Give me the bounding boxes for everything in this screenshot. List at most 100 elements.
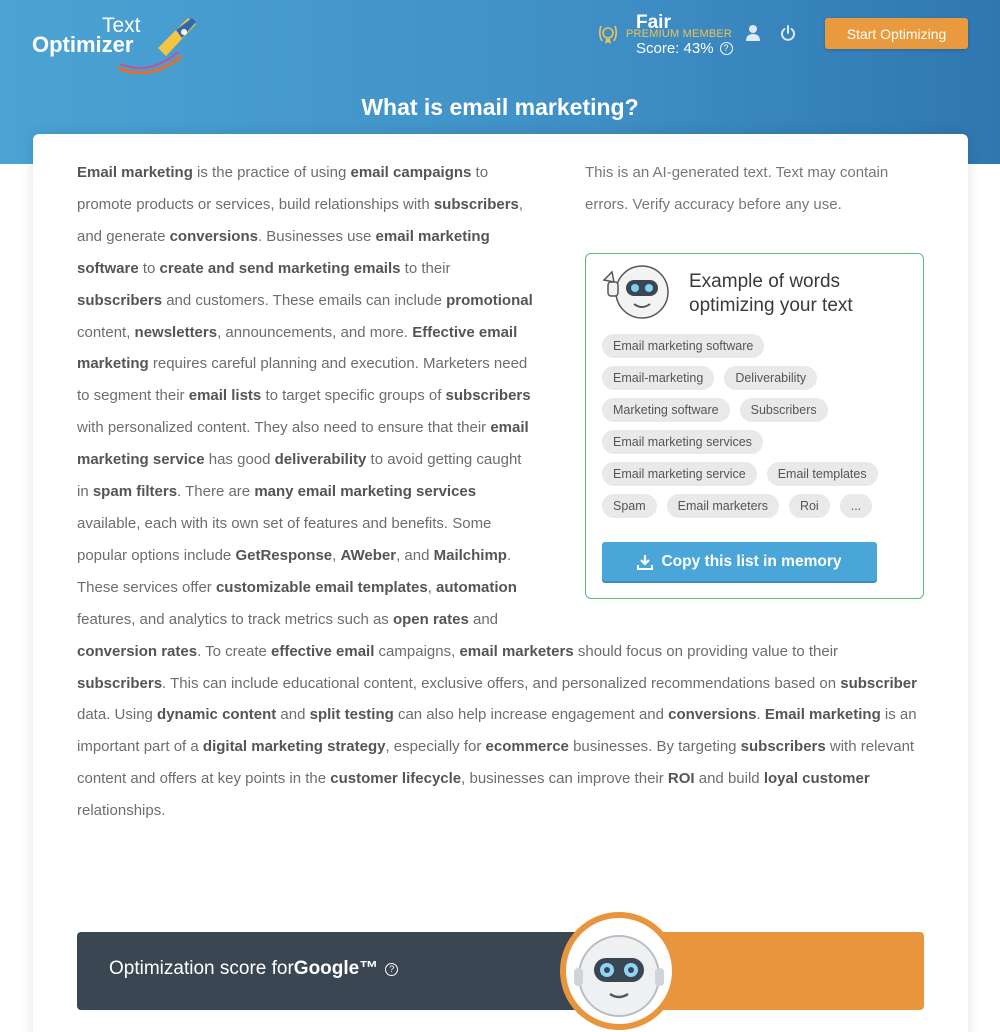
article-text-run: , — [332, 546, 341, 564]
article-text-run: , announcements, and more. — [217, 323, 413, 341]
keyword-highlight: GetResponse — [235, 546, 333, 564]
copy-list-label: Copy this list in memory — [661, 552, 842, 570]
keyword-highlight: Email marketing — [77, 164, 193, 181]
copy-list-button[interactable]: Copy this list in memory — [602, 542, 877, 581]
keyword-highlight: split testing — [309, 706, 394, 724]
keyword-highlight: create and send marketing emails — [159, 259, 401, 277]
article-text-run: can also help increase engagement and — [393, 706, 669, 724]
keyword-highlight: subscribers — [740, 738, 826, 756]
article-text-run: businesses. By targeting — [568, 738, 741, 756]
article-text-run: to — [138, 259, 160, 277]
chip-row: Email marketing software — [602, 334, 917, 358]
keyword-highlight: digital marketing strategy — [202, 738, 386, 756]
article-text-run: to target specific groups of — [261, 387, 446, 405]
keyword-highlight: newsletters — [134, 323, 218, 341]
keyword-chip[interactable]: Email marketing service — [602, 462, 757, 486]
keyword-highlight: dynamic content — [157, 706, 277, 724]
keyword-highlight: AWeber — [340, 546, 397, 564]
article-text-run: features, and analytics to track metrics… — [77, 610, 393, 628]
keyword-chip[interactable]: Deliverability — [724, 366, 818, 390]
optimization-score-bar: Optimization score for Google™ ? — [77, 932, 924, 1010]
keyword-chip[interactable]: Email templates — [766, 462, 878, 486]
keyword-highlight: conversions — [668, 706, 757, 724]
article-text-run: and build — [694, 770, 764, 788]
article-text-run: , businesses can improve their — [461, 770, 668, 788]
article-text-run: , — [427, 578, 437, 596]
keyword-chip[interactable]: Email marketing software — [602, 334, 765, 358]
start-optimizing-button[interactable]: Start Optimizing — [825, 18, 968, 49]
article-text-run: is the practice of using — [192, 164, 351, 181]
article-text-run: and — [276, 706, 310, 724]
ai-disclaimer: This is an AI-generated text. Text may c… — [585, 164, 889, 213]
chip-row: Marketing software Subscribers — [602, 398, 917, 422]
keyword-highlight: many email marketing services — [254, 483, 477, 501]
score-label: Optimization score for Google™ ? — [109, 958, 399, 980]
medal-icon — [598, 25, 618, 44]
article-text-run: , and — [396, 546, 434, 564]
article-text-run: . Businesses use — [257, 227, 376, 245]
keyword-highlight: Mailchimp — [433, 546, 507, 564]
keyword-highlight: Email marketing — [764, 706, 881, 724]
keyword-highlight: loyal customer — [763, 770, 870, 788]
search-engine-name: Google™ — [293, 958, 379, 979]
article-text-run: relationships. — [77, 802, 166, 820]
keyword-chip-list: Email marketing software Email-marketing D… — [602, 334, 917, 526]
article-text-run: campaigns, — [374, 642, 460, 660]
keyword-highlight: conversions — [169, 227, 258, 245]
score-label-prefix: Optimization score for — [109, 958, 294, 979]
chip-row: Spam Email marketers Roi... — [602, 494, 917, 518]
score-text: Score: 43% — [636, 40, 714, 57]
help-icon[interactable]: ? — [719, 42, 733, 55]
keyword-highlight: subscriber — [840, 674, 917, 692]
chip-row: Email marketing services — [602, 430, 917, 454]
keyword-chip[interactable]: Email-marketing — [602, 366, 715, 390]
power-icon[interactable] — [780, 24, 796, 42]
keyword-chip[interactable]: Spam — [602, 494, 657, 518]
keyword-highlight: promotional — [446, 291, 533, 309]
robot-avatar-icon — [560, 912, 678, 1030]
example-words-title: Example of words optimizing your text — [689, 271, 853, 316]
keyword-highlight: email marketers — [459, 642, 574, 660]
keyword-highlight: customizable email templates — [215, 578, 428, 596]
score-value: Score: 43% ? — [636, 40, 733, 57]
download-icon — [637, 554, 654, 570]
keyword-highlight: subscribers — [433, 195, 519, 213]
article-text-run: content, — [77, 323, 135, 341]
article-text-run: . — [756, 706, 765, 724]
keyword-chip[interactable]: Email marketing services — [602, 430, 763, 454]
keyword-highlight: spam filters — [92, 483, 178, 501]
keyword-highlight: subscribers — [445, 387, 531, 405]
article-text-run: to their — [400, 259, 451, 277]
keyword-highlight: open rates — [392, 610, 469, 628]
keyword-highlight: ROI — [667, 770, 695, 788]
keyword-highlight: effective email — [271, 642, 375, 660]
keyword-chip[interactable]: Subscribers — [739, 398, 828, 422]
example-words-panel: Example of words optimizing your text Em… — [585, 253, 924, 599]
keyword-highlight: customer lifecycle — [330, 770, 462, 788]
article-text-run: data. Using — [77, 706, 158, 724]
help-icon[interactable]: ? — [385, 962, 399, 976]
rocket-icon — [117, 18, 196, 74]
article-text-run: . This can include educational content, … — [162, 674, 841, 692]
keyword-highlight: email campaigns — [350, 164, 472, 181]
article-text-run: has good — [204, 451, 275, 469]
robot-mascot-icon — [602, 265, 669, 319]
article-text-run: , especially for — [385, 738, 486, 756]
score-grade: Fair — [636, 12, 671, 33]
article-text-run: should focus on providing value to their — [573, 642, 839, 660]
keyword-chip[interactable]: Marketing software — [602, 398, 730, 422]
chip-row: Email marketing service Email templates — [602, 462, 917, 486]
keyword-chip[interactable]: Email marketers — [666, 494, 779, 518]
article-text-run: with personalized content. They also nee… — [77, 419, 491, 437]
keyword-highlight: automation — [436, 578, 517, 596]
more-keywords-chip[interactable]: ... — [839, 494, 873, 518]
keyword-chip[interactable]: Roi — [788, 494, 830, 518]
keyword-highlight: ecommerce — [485, 738, 569, 756]
article-text-run: . To create — [197, 642, 271, 660]
chip-row: Email-marketing Deliverability — [602, 366, 917, 390]
keyword-highlight: deliverability — [274, 451, 367, 469]
page-title: What is email marketing? — [361, 94, 639, 120]
text-optimizer-logo[interactable]: Text Optimizer — [32, 14, 202, 74]
score-bar-left: Optimization score for Google™ ? — [77, 932, 597, 1010]
user-icon[interactable] — [745, 24, 761, 42]
